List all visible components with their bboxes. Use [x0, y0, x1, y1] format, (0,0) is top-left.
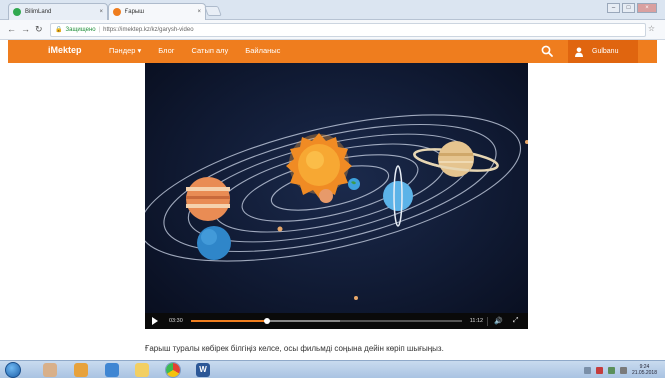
word-icon[interactable]: W	[196, 363, 210, 377]
tab-garysh[interactable]: Ғарыш ×	[108, 3, 206, 20]
chrome-icon[interactable]	[165, 362, 181, 378]
seek-handle[interactable]	[263, 318, 270, 324]
total-time: 11:12	[469, 318, 484, 324]
media-player-icon[interactable]	[74, 363, 88, 377]
browser-tab-strip: BilimLand × Ғарыш × – □ ×	[0, 0, 665, 20]
close-window-button[interactable]: ×	[637, 3, 657, 13]
nav-item-subjects[interactable]: Пәндер ▾	[109, 46, 141, 55]
bookmark-star-icon[interactable]: ☆	[648, 24, 655, 33]
search-icon[interactable]	[540, 44, 554, 58]
asteroid	[277, 226, 283, 232]
solar-system-video-frame	[145, 114, 528, 300]
minimize-button[interactable]: –	[607, 3, 620, 13]
clock[interactable]: 9:24 21.05.2018	[632, 364, 657, 376]
tray-keyboard-icon[interactable]	[583, 366, 591, 374]
forward-arrow-icon[interactable]: →	[21, 24, 30, 34]
maximize-button[interactable]: □	[622, 3, 635, 13]
tab-bilimland[interactable]: BilimLand ×	[8, 3, 108, 20]
reload-icon[interactable]: ↻	[35, 24, 43, 35]
video-progress-bar[interactable]	[190, 318, 462, 324]
secure-label: Защищено	[65, 27, 96, 33]
tab-close-icon[interactable]: ×	[197, 9, 201, 15]
play-icon[interactable]	[152, 317, 158, 325]
venus-planet	[319, 189, 333, 203]
address-bar[interactable]: 🔒 Защищено | https://imektep.kz/kz/garysh-v…	[50, 23, 646, 37]
tray-flag-icon[interactable]	[595, 366, 603, 374]
imektep-favicon-icon	[113, 8, 121, 16]
buffered-range	[266, 320, 340, 322]
user-menu[interactable]: Gulbanu	[568, 40, 638, 63]
main-nav: Пәндер ▾ Блог Сатып алу Байланыс	[109, 46, 297, 55]
clock-date: 21.05.2018	[631, 370, 657, 376]
user-icon	[575, 47, 583, 57]
current-time: 03:30	[169, 318, 183, 324]
bilimland-favicon-icon	[13, 8, 21, 16]
video-player[interactable]	[145, 63, 528, 328]
back-arrow-icon[interactable]: ←	[7, 24, 16, 34]
nav-item-contact[interactable]: Байланыс	[245, 46, 280, 55]
user-name: Gulbanu	[592, 48, 619, 55]
taskbar: W 9:24 21.05.2018	[0, 360, 665, 378]
video-controls: 03:30 11:12 🔊 ⤢	[145, 313, 528, 329]
new-tab-button[interactable]	[204, 6, 222, 16]
start-button[interactable]	[5, 362, 21, 378]
folder-icon[interactable]	[135, 363, 149, 377]
url-text: https://imektep.kz/kz/garysh-video	[103, 27, 194, 33]
saturn-planet	[413, 141, 499, 177]
tab-title: Ғарыш	[125, 9, 145, 15]
lock-icon: 🔒	[55, 27, 63, 33]
neptune-planet	[197, 226, 231, 260]
window-controls: – □ ×	[607, 3, 657, 13]
played-range	[190, 320, 267, 322]
nav-item-blog[interactable]: Блог	[158, 46, 174, 55]
site-logo[interactable]: iMektep	[48, 45, 82, 55]
tray-volume-icon[interactable]	[619, 366, 627, 374]
browser-toolbar: ← → ↻ 🔒 Защищено | https://imektep.kz/kz/ga…	[0, 20, 665, 40]
site-header: iMektep Пәндер ▾ Блог Сатып алу Байланыс…	[8, 40, 657, 63]
system-tray: 9:24 21.05.2018	[583, 364, 657, 376]
tray-network-icon[interactable]	[607, 366, 615, 374]
internet-explorer-icon[interactable]	[105, 363, 119, 377]
jupiter-planet	[186, 177, 230, 221]
tab-title: BilimLand	[25, 9, 52, 15]
asteroid	[354, 296, 358, 300]
fullscreen-icon[interactable]: ⤢	[513, 317, 519, 325]
tab-close-icon[interactable]: ×	[99, 9, 103, 15]
asteroid	[525, 140, 528, 144]
volume-icon[interactable]: 🔊	[494, 317, 503, 325]
app-icon[interactable]	[43, 363, 57, 377]
video-caption: Ғарыш туралы көбірек білгіңіз келсе, осы…	[145, 344, 444, 353]
nav-item-buy[interactable]: Сатып алу	[192, 46, 229, 55]
